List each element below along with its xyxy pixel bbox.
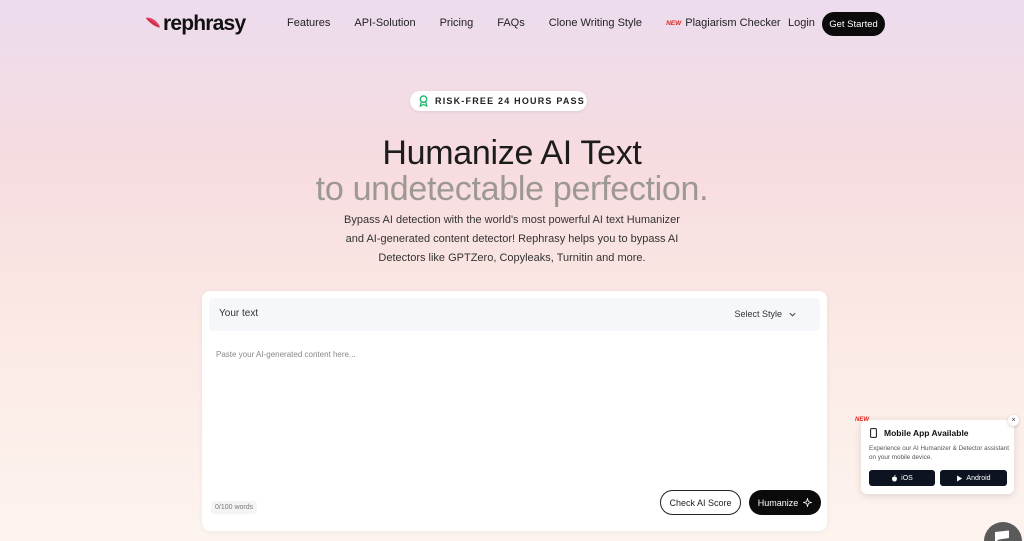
mobile-app-popup: Mobile App Available Experience our AI H… [861,420,1014,494]
popup-new-badge: NEW [855,417,869,423]
android-download-button[interactable]: Android [940,470,1007,486]
popup-description: Experience our AI Humanizer & Detector a… [869,445,1009,461]
nav-link-features[interactable]: Features [287,17,330,29]
select-style-dropdown[interactable]: Select Style [734,309,796,319]
phone-icon [870,428,877,438]
hero-title: Humanize AI Text [382,134,642,172]
humanize-button-label: Humanize [757,497,799,508]
editor-label: Your text [219,308,259,319]
select-style-label: Select Style [734,309,782,319]
nav-link-plagiarism-label: Plagiarism Checker [685,17,781,29]
popup-close-button[interactable]: × [1008,415,1019,426]
editor-header: Your text Select Style [209,298,820,331]
logo[interactable]: rephrasy [144,12,246,36]
nav-link-api-solution[interactable]: API-Solution [354,17,415,29]
check-ai-score-button[interactable]: Check AI Score [660,490,741,515]
get-started-button[interactable]: Get Started [822,12,885,36]
chat-widget-button[interactable] [984,522,1022,541]
popup-title-row: Mobile App Available [870,428,969,438]
text-input-area[interactable] [209,345,820,475]
nav-link-clone-writing-style[interactable]: Clone Writing Style [549,17,642,29]
apple-icon [892,474,898,481]
chat-icon [995,530,1009,541]
new-badge: NEW [666,19,682,27]
popup-title: Mobile App Available [884,428,969,438]
nav-links: Features API-Solution Pricing FAQs Clone… [287,17,781,29]
humanizer-editor-card: Your text Select Style 0/100 words Check… [202,291,827,531]
risk-free-badge: RISK-FREE 24 HOURS PASS [410,91,587,111]
top-nav: rephrasy Features API-Solution Pricing F… [0,0,1024,46]
nav-link-pricing[interactable]: Pricing [440,17,474,29]
nav-link-plagiarism-checker[interactable]: NEW Plagiarism Checker [666,17,781,29]
hero-subtitle: to undetectable perfection. [315,170,709,208]
android-label: Android [966,474,991,482]
word-count: 0/100 words [211,501,258,514]
hero-description: Bypass AI detection with the world's mos… [344,214,680,264]
nav-link-faqs[interactable]: FAQs [497,17,525,29]
feather-icon [145,17,161,28]
ios-label: iOS [901,474,913,482]
humanize-button[interactable]: Humanize [749,490,821,515]
login-link[interactable]: Login [788,17,815,29]
ios-download-button[interactable]: iOS [869,470,935,486]
chevron-down-icon [789,312,796,316]
risk-free-badge-text: RISK-FREE 24 HOURS PASS [435,96,585,106]
sparkle-icon [803,498,813,507]
logo-text: rephrasy [163,12,246,35]
award-ribbon-icon [419,95,428,107]
play-store-icon [957,475,963,481]
